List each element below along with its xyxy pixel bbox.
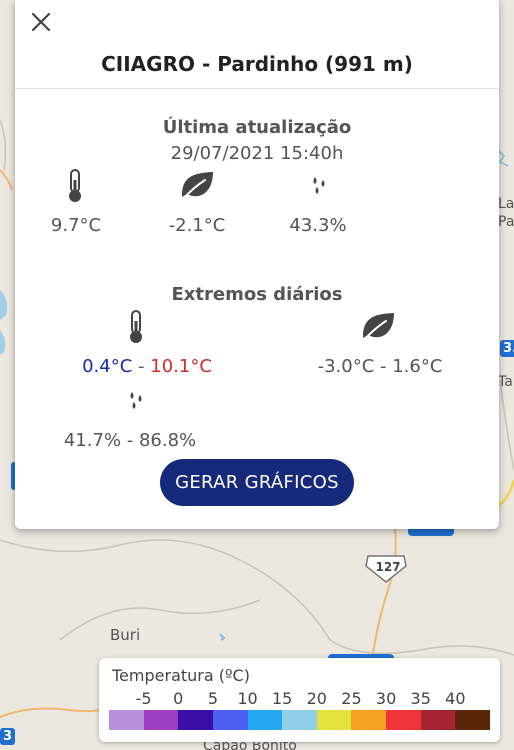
place-label-partial-right-3: Ta [498, 374, 513, 390]
station-marker-partial[interactable]: 3. [500, 340, 514, 357]
place-label-partial-right-1: Lar [498, 196, 514, 212]
legend-swatch [109, 710, 144, 730]
temperature-min: 0.4°C [82, 356, 133, 377]
station-popup: CIIAGRO - Pardinho (991 m) Última atuali… [15, 0, 499, 529]
place-label-buri: Buri [110, 626, 141, 644]
station-marker-partial-2[interactable]: 3 [0, 728, 16, 745]
legend-tick-label: 35 [410, 689, 431, 708]
legend-ticks: -5 0 5 10 15 20 25 30 35 40 [109, 689, 490, 709]
legend-swatch [455, 710, 491, 730]
humidity-drops-icon [308, 175, 332, 201]
legend-tick-label: 10 [237, 689, 258, 708]
close-icon[interactable] [29, 10, 53, 34]
legend-swatch [316, 710, 352, 730]
legend-swatch [420, 710, 456, 730]
legend-swatch [143, 710, 179, 730]
humidity-drops-icon [125, 390, 149, 416]
thermometer-icon [127, 309, 145, 349]
last-update-timestamp: 29/07/2021 15:40h [170, 143, 344, 164]
range-separator: - [132, 356, 151, 377]
last-update-heading: Última atualização [162, 117, 352, 138]
legend-tick-label: 40 [445, 689, 466, 708]
legend-tick-label: -5 [135, 689, 152, 708]
legend-tick-label: 20 [306, 689, 327, 708]
humidity-range: 41.7% - 86.8% [63, 430, 197, 451]
temperature-legend: Temperatura (ºC) -5 0 5 10 15 20 25 30 35 40 [99, 658, 500, 742]
legend-swatch [247, 710, 283, 730]
legend-tick-label: 0 [173, 689, 184, 708]
generate-charts-button[interactable]: GERAR GRÁFICOS [160, 459, 354, 506]
legend-title: Temperatura (ºC) [112, 666, 250, 685]
station-title: CIIAGRO - Pardinho (991 m) [101, 52, 413, 76]
leaf-icon [179, 170, 215, 204]
thermometer-icon [66, 168, 84, 208]
legend-tick-label: 25 [341, 689, 362, 708]
legend-color-bar [109, 710, 491, 730]
road-shield-label: 127 [375, 560, 401, 574]
legend-swatch [178, 710, 213, 730]
legend-tick-label: 30 [375, 689, 397, 708]
dew-point-range: -3.0°C - 1.6°C [317, 356, 443, 377]
legend-swatch [386, 710, 421, 730]
temperature-range: 0.4°C - 10.1°C [57, 356, 237, 377]
temperature-max: 10.1°C [150, 356, 212, 377]
daily-extremes-heading: Extremos diários [171, 284, 343, 305]
legend-tick-label: 15 [271, 689, 293, 708]
legend-swatch [212, 710, 248, 730]
legend-swatch [282, 710, 317, 730]
close-button[interactable] [29, 10, 53, 34]
current-temperature: 9.7°C [50, 215, 102, 236]
current-dew-point: -2.1°C [168, 215, 226, 236]
current-humidity: 43.3% [289, 215, 347, 236]
legend-tick-label: 5 [207, 689, 218, 708]
place-label-partial-right-2: Pa [498, 214, 514, 230]
leaf-icon [360, 311, 396, 345]
header-divider [15, 88, 499, 89]
legend-swatch [351, 710, 387, 730]
